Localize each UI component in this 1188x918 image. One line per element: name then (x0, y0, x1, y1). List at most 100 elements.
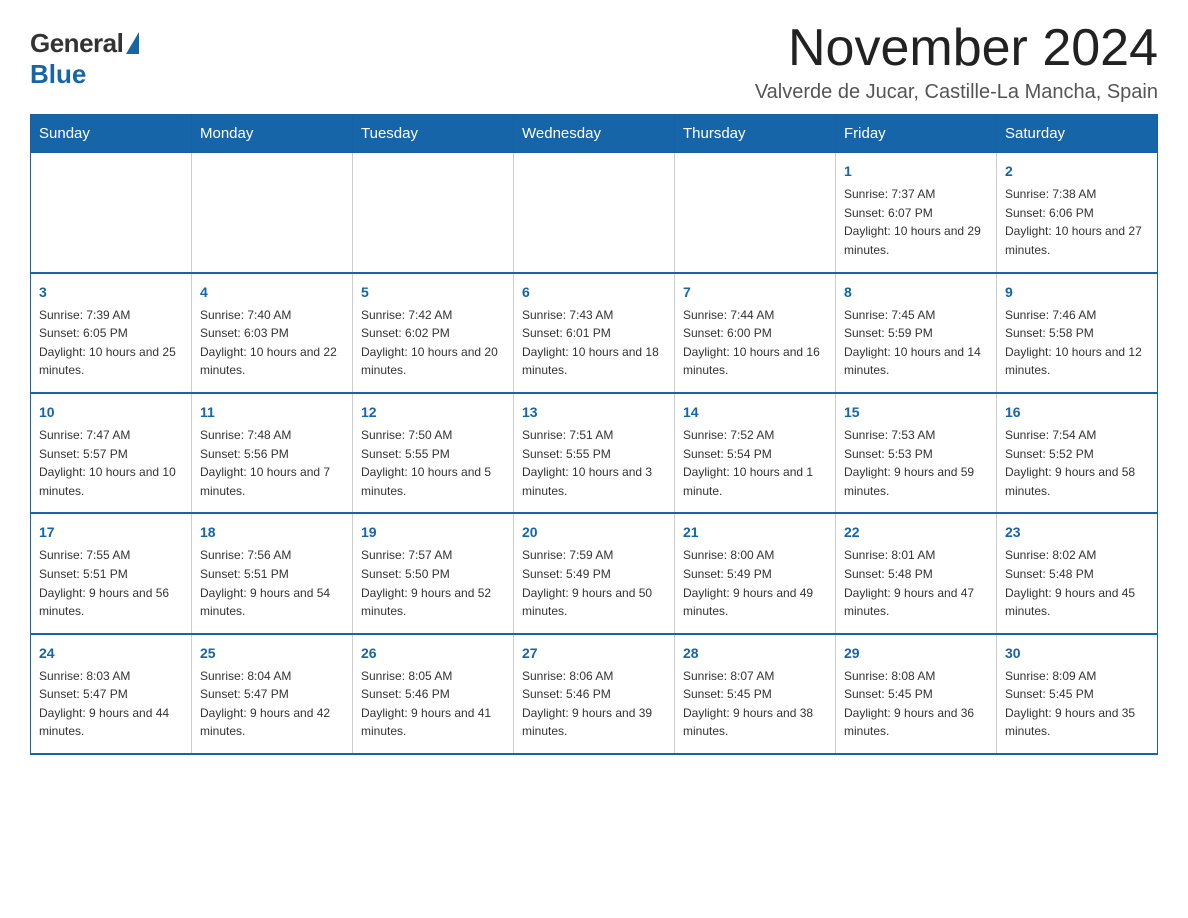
calendar-cell-w3-d5: 14 Sunrise: 7:52 AM Sunset: 5:54 PM Dayli… (675, 393, 836, 513)
day-number: 25 (200, 643, 344, 664)
col-sunday: Sunday (31, 115, 192, 153)
day-number: 22 (844, 522, 988, 543)
day-info: Sunrise: 7:39 AM Sunset: 6:05 PM Dayligh… (39, 306, 183, 380)
calendar-cell-w3-d2: 11 Sunrise: 7:48 AM Sunset: 5:56 PM Dayli… (192, 393, 353, 513)
calendar-week-3: 10 Sunrise: 7:47 AM Sunset: 5:57 PM Dayli… (31, 393, 1158, 513)
day-info: Sunrise: 7:48 AM Sunset: 5:56 PM Dayligh… (200, 426, 344, 500)
col-wednesday: Wednesday (514, 115, 675, 153)
day-number: 4 (200, 282, 344, 303)
day-info: Sunrise: 7:59 AM Sunset: 5:49 PM Dayligh… (522, 546, 666, 620)
title-block: November 2024 Valverde de Jucar, Castill… (755, 20, 1158, 104)
day-info: Sunrise: 8:09 AM Sunset: 5:45 PM Dayligh… (1005, 667, 1149, 741)
day-number: 26 (361, 643, 505, 664)
day-info: Sunrise: 7:40 AM Sunset: 6:03 PM Dayligh… (200, 306, 344, 380)
day-info: Sunrise: 7:46 AM Sunset: 5:58 PM Dayligh… (1005, 306, 1149, 380)
calendar-cell-w3-d7: 16 Sunrise: 7:54 AM Sunset: 5:52 PM Dayli… (997, 393, 1158, 513)
logo: General Blue (30, 28, 139, 90)
day-info: Sunrise: 8:06 AM Sunset: 5:46 PM Dayligh… (522, 667, 666, 741)
day-info: Sunrise: 7:52 AM Sunset: 5:54 PM Dayligh… (683, 426, 827, 500)
page-header: General Blue November 2024 Valverde de J… (30, 20, 1158, 104)
calendar-week-2: 3 Sunrise: 7:39 AM Sunset: 6:05 PM Daylig… (31, 273, 1158, 393)
day-number: 3 (39, 282, 183, 303)
calendar-cell-w4-d3: 19Sunrise: 7:57 AM Sunset: 5:50 PM Dayli… (353, 513, 514, 633)
day-info: Sunrise: 7:38 AM Sunset: 6:06 PM Dayligh… (1005, 185, 1149, 259)
calendar-cell-w5-d1: 24 Sunrise: 8:03 AM Sunset: 5:47 PM Dayli… (31, 634, 192, 754)
calendar-cell-w2-d2: 4 Sunrise: 7:40 AM Sunset: 6:03 PM Daylig… (192, 273, 353, 393)
calendar-cell-w1-d6: 1 Sunrise: 7:37 AM Sunset: 6:07 PM Daylig… (836, 153, 997, 273)
day-number: 24 (39, 643, 183, 664)
day-info: Sunrise: 8:01 AM Sunset: 5:48 PM Dayligh… (844, 546, 988, 620)
logo-triangle-icon (126, 32, 139, 54)
calendar-cell-w2-d6: 8 Sunrise: 7:45 AM Sunset: 5:59 PM Daylig… (836, 273, 997, 393)
calendar-cell-w4-d7: 23 Sunrise: 8:02 AM Sunset: 5:48 PM Dayli… (997, 513, 1158, 633)
day-number: 20 (522, 522, 666, 543)
day-info: Sunrise: 7:42 AM Sunset: 6:02 PM Dayligh… (361, 306, 505, 380)
calendar-cell-w3-d4: 13 Sunrise: 7:51 AM Sunset: 5:55 PM Dayli… (514, 393, 675, 513)
day-info: Sunrise: 7:56 AM Sunset: 5:51 PM Dayligh… (200, 546, 344, 620)
calendar-cell-w2-d3: 5 Sunrise: 7:42 AM Sunset: 6:02 PM Daylig… (353, 273, 514, 393)
calendar-cell-w4-d5: 21Sunrise: 8:00 AM Sunset: 5:49 PM Dayli… (675, 513, 836, 633)
calendar-cell-w5-d6: 29 Sunrise: 8:08 AM Sunset: 5:45 PM Dayli… (836, 634, 997, 754)
calendar-cell-w4-d1: 17Sunrise: 7:55 AM Sunset: 5:51 PM Dayli… (31, 513, 192, 633)
day-info: Sunrise: 7:54 AM Sunset: 5:52 PM Dayligh… (1005, 426, 1149, 500)
day-number: 14 (683, 402, 827, 423)
day-info: Sunrise: 8:05 AM Sunset: 5:46 PM Dayligh… (361, 667, 505, 741)
logo-blue-text: Blue (30, 59, 86, 90)
calendar-cell-w3-d6: 15 Sunrise: 7:53 AM Sunset: 5:53 PM Dayli… (836, 393, 997, 513)
day-number: 1 (844, 161, 988, 182)
logo-general-text: General (30, 28, 123, 59)
day-number: 23 (1005, 522, 1149, 543)
calendar-cell-w2-d7: 9 Sunrise: 7:46 AM Sunset: 5:58 PM Daylig… (997, 273, 1158, 393)
day-info: Sunrise: 8:04 AM Sunset: 5:47 PM Dayligh… (200, 667, 344, 741)
day-info: Sunrise: 7:44 AM Sunset: 6:00 PM Dayligh… (683, 306, 827, 380)
day-number: 12 (361, 402, 505, 423)
calendar-cell-w1-d7: 2Sunrise: 7:38 AM Sunset: 6:06 PM Daylig… (997, 153, 1158, 273)
calendar-cell-w3-d3: 12 Sunrise: 7:50 AM Sunset: 5:55 PM Dayli… (353, 393, 514, 513)
day-number: 30 (1005, 643, 1149, 664)
day-info: Sunrise: 8:07 AM Sunset: 5:45 PM Dayligh… (683, 667, 827, 741)
calendar-cell-w3-d1: 10 Sunrise: 7:47 AM Sunset: 5:57 PM Dayli… (31, 393, 192, 513)
calendar-cell-w5-d2: 25 Sunrise: 8:04 AM Sunset: 5:47 PM Dayli… (192, 634, 353, 754)
day-number: 13 (522, 402, 666, 423)
location-subtitle: Valverde de Jucar, Castille-La Mancha, S… (755, 81, 1158, 104)
day-info: Sunrise: 7:50 AM Sunset: 5:55 PM Dayligh… (361, 426, 505, 500)
day-number: 10 (39, 402, 183, 423)
day-info: Sunrise: 7:47 AM Sunset: 5:57 PM Dayligh… (39, 426, 183, 500)
col-monday: Monday (192, 115, 353, 153)
calendar-week-5: 24 Sunrise: 8:03 AM Sunset: 5:47 PM Dayli… (31, 634, 1158, 754)
day-info: Sunrise: 7:37 AM Sunset: 6:07 PM Dayligh… (844, 185, 988, 259)
day-number: 18 (200, 522, 344, 543)
day-number: 29 (844, 643, 988, 664)
day-info: Sunrise: 7:53 AM Sunset: 5:53 PM Dayligh… (844, 426, 988, 500)
calendar-week-4: 17Sunrise: 7:55 AM Sunset: 5:51 PM Dayli… (31, 513, 1158, 633)
col-saturday: Saturday (997, 115, 1158, 153)
calendar-header-row: Sunday Monday Tuesday Wednesday Thursday… (31, 115, 1158, 153)
day-number: 27 (522, 643, 666, 664)
day-number: 11 (200, 402, 344, 423)
calendar-cell-w5-d4: 27 Sunrise: 8:06 AM Sunset: 5:46 PM Dayli… (514, 634, 675, 754)
day-info: Sunrise: 7:43 AM Sunset: 6:01 PM Dayligh… (522, 306, 666, 380)
col-friday: Friday (836, 115, 997, 153)
col-thursday: Thursday (675, 115, 836, 153)
calendar-cell-w2-d5: 7 Sunrise: 7:44 AM Sunset: 6:00 PM Daylig… (675, 273, 836, 393)
day-info: Sunrise: 7:45 AM Sunset: 5:59 PM Dayligh… (844, 306, 988, 380)
calendar-cell-w4-d4: 20 Sunrise: 7:59 AM Sunset: 5:49 PM Dayli… (514, 513, 675, 633)
calendar-cell-w2-d1: 3 Sunrise: 7:39 AM Sunset: 6:05 PM Daylig… (31, 273, 192, 393)
day-info: Sunrise: 8:03 AM Sunset: 5:47 PM Dayligh… (39, 667, 183, 741)
day-number: 9 (1005, 282, 1149, 303)
day-number: 8 (844, 282, 988, 303)
day-info: Sunrise: 8:08 AM Sunset: 5:45 PM Dayligh… (844, 667, 988, 741)
day-number: 15 (844, 402, 988, 423)
day-info: Sunrise: 8:02 AM Sunset: 5:48 PM Dayligh… (1005, 546, 1149, 620)
day-number: 5 (361, 282, 505, 303)
calendar-cell-w1-d2 (192, 153, 353, 273)
calendar-cell-w5-d3: 26 Sunrise: 8:05 AM Sunset: 5:46 PM Dayli… (353, 634, 514, 754)
calendar-cell-w2-d4: 6Sunrise: 7:43 AM Sunset: 6:01 PM Daylig… (514, 273, 675, 393)
day-number: 17 (39, 522, 183, 543)
calendar-table: Sunday Monday Tuesday Wednesday Thursday… (30, 114, 1158, 755)
day-number: 16 (1005, 402, 1149, 423)
day-number: 28 (683, 643, 827, 664)
day-info: Sunrise: 7:51 AM Sunset: 5:55 PM Dayligh… (522, 426, 666, 500)
calendar-week-1: 1 Sunrise: 7:37 AM Sunset: 6:07 PM Daylig… (31, 153, 1158, 273)
day-number: 7 (683, 282, 827, 303)
